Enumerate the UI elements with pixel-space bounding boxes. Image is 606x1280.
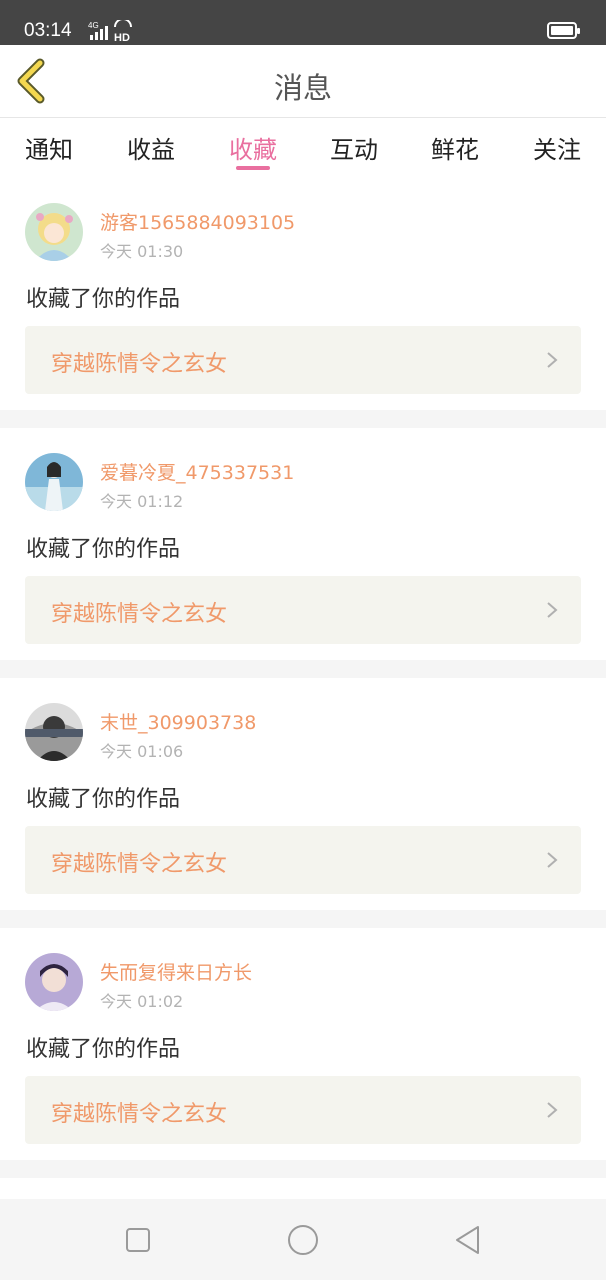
action-text: 收藏了你的作品 — [26, 787, 181, 812]
user-name[interactable]: 爱暮冷夏_475337531 — [100, 458, 294, 485]
avatar[interactable] — [25, 453, 83, 511]
action-text: 收藏了你的作品 — [26, 537, 181, 562]
divider — [0, 1160, 606, 1178]
divider — [0, 410, 606, 428]
status-bar: 03:14 4G HD — [0, 0, 606, 45]
tab-following[interactable]: 关注 — [517, 130, 597, 165]
network-type: 4G — [88, 21, 99, 30]
page-title: 消息 — [273, 71, 332, 105]
header: 消息 — [0, 45, 606, 118]
work-title: 穿越陈情令之玄女 — [51, 352, 228, 377]
timestamp: 今天 01:30 — [100, 242, 184, 261]
work-link[interactable]: 穿越陈情令之玄女 — [25, 326, 581, 394]
list-item: 失而复得来日方长 今天 01:02 收藏了你的作品 穿越陈情令之玄女 — [0, 928, 606, 1160]
system-nav-bar — [0, 1199, 606, 1280]
timestamp: 今天 01:12 — [100, 492, 184, 511]
chevron-right-icon — [547, 852, 558, 868]
chevron-right-icon — [547, 602, 558, 618]
home-button[interactable] — [286, 1223, 320, 1257]
divider — [0, 910, 606, 928]
work-link[interactable]: 穿越陈情令之玄女 — [25, 576, 581, 644]
avatar[interactable] — [25, 953, 83, 1011]
battery-icon — [547, 22, 580, 39]
work-link[interactable]: 穿越陈情令之玄女 — [25, 1076, 581, 1144]
list-item: 爱暮冷夏_475337531 今天 01:12 收藏了你的作品 穿越陈情令之玄女 — [0, 428, 606, 660]
tab-earnings[interactable]: 收益 — [111, 130, 191, 165]
tab-bar: 通知 收益 收藏 互动 鲜花 关注 — [0, 118, 606, 178]
timestamp: 今天 01:02 — [100, 992, 184, 1011]
list-item: 游客1565884093105 今天 01:30 收藏了你的作品 穿越陈情令之玄… — [0, 178, 606, 410]
active-tab-indicator — [236, 166, 270, 170]
signal-icon: 4G HD — [88, 20, 132, 42]
hd-label: HD — [114, 32, 130, 42]
recent-apps-button[interactable] — [121, 1223, 155, 1257]
user-name[interactable]: 失而复得来日方长 — [100, 958, 252, 985]
list-item: 末世_309903738 今天 01:06 收藏了你的作品 穿越陈情令之玄女 — [0, 678, 606, 910]
divider — [0, 660, 606, 678]
chevron-right-icon — [547, 1102, 558, 1118]
status-time: 03:14 — [24, 20, 72, 41]
action-text: 收藏了你的作品 — [26, 1037, 181, 1062]
timestamp: 今天 01:06 — [100, 742, 184, 761]
work-title: 穿越陈情令之玄女 — [51, 602, 228, 627]
action-text: 收藏了你的作品 — [26, 287, 181, 312]
work-title: 穿越陈情令之玄女 — [51, 1102, 228, 1127]
avatar[interactable] — [25, 703, 83, 761]
user-name[interactable]: 游客1565884093105 — [100, 208, 295, 235]
tab-favorites[interactable]: 收藏 — [213, 130, 293, 165]
user-name[interactable]: 末世_309903738 — [100, 708, 256, 735]
back-nav-button[interactable] — [451, 1223, 485, 1257]
work-title: 穿越陈情令之玄女 — [51, 852, 228, 877]
chevron-right-icon — [547, 352, 558, 368]
tab-flowers[interactable]: 鲜花 — [415, 130, 495, 165]
tab-interactions[interactable]: 互动 — [314, 130, 394, 165]
tab-notifications[interactable]: 通知 — [9, 130, 89, 165]
avatar[interactable] — [25, 203, 83, 261]
work-link[interactable]: 穿越陈情令之玄女 — [25, 826, 581, 894]
